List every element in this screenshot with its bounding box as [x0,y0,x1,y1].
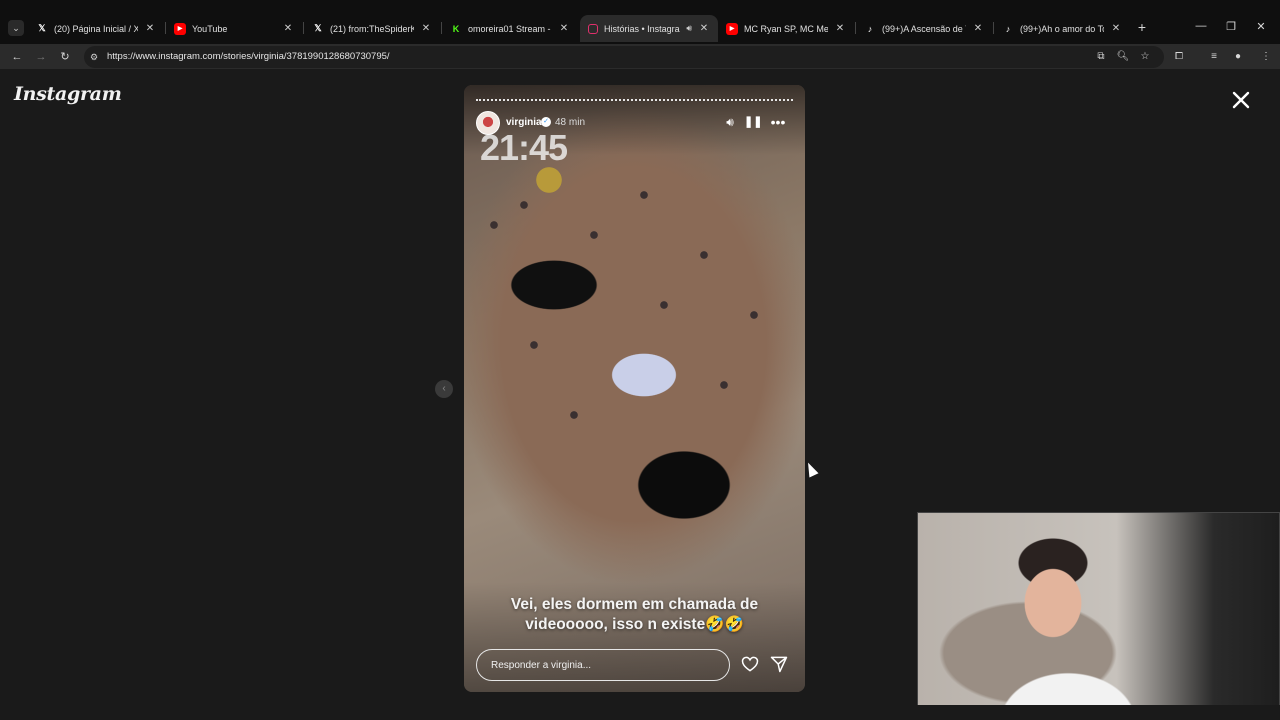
window-close-icon[interactable]: ✕ [1254,20,1268,33]
close-icon[interactable]: ✕ [282,23,294,34]
share-send-icon[interactable] [769,654,789,674]
instagram-icon [588,23,598,34]
heart-icon[interactable] [740,654,760,674]
story-viewer[interactable]: virginia ✓ 48 min 🔊︎ ❚❚ ••• 21:45 Vei, e… [464,85,805,692]
close-icon[interactable]: ✕ [420,23,432,34]
close-icon[interactable]: ✕ [834,23,846,34]
url-text[interactable]: https://www.instagram.com/stories/virgin… [107,51,390,62]
mouse-cursor [803,460,819,478]
tab-title: MC Ryan SP, MC MenoK, [744,23,828,34]
close-icon[interactable]: ✕ [144,23,156,34]
tab-title: (20) Página Inicial / X [54,23,138,34]
menu-kebab-icon[interactable]: ⋮ [1258,49,1274,65]
verified-badge-icon: ✓ [541,117,551,127]
tab-youtube[interactable]: ▶ YouTube ✕ [166,15,302,42]
media-controls-icon[interactable]: ≡ [1206,49,1222,65]
story-caption-line: Vei, eles dormem em chamada de [510,596,759,613]
close-icon[interactable]: ✕ [558,23,570,34]
tab-youtube-music[interactable]: ▶ MC Ryan SP, MC MenoK, ✕ [718,15,854,42]
profile-avatar-icon[interactable]: ● [1230,49,1246,65]
address-bar[interactable]: ⚙ https://www.instagram.com/stories/virg… [84,46,1164,68]
pause-icon[interactable]: ❚❚ [744,113,762,131]
zoom-icon[interactable]: 🔍︎ [1116,50,1130,64]
bookmark-star-icon[interactable]: ☆ [1138,50,1152,64]
youtube-icon: ▶ [174,22,186,35]
tab-tiktok-1[interactable]: ♪ (99+)A Ascensão de Yam ✕ [856,15,992,42]
close-icon[interactable]: ✕ [972,23,984,34]
close-icon[interactable]: ✕ [1110,23,1122,34]
extensions-icon[interactable]: ⧠ [1171,49,1187,65]
story-time-overlay: 21:45 [480,127,568,168]
tab-instagram-stories[interactable]: Histórias • Instagram 🔊︎ ✕ [580,15,718,42]
minimize-icon[interactable]: — [1194,20,1208,32]
back-icon[interactable]: ← [9,49,25,65]
youtube-icon: ▶ [726,22,738,35]
tab-title: YouTube [192,23,228,34]
restore-icon[interactable]: ❐ [1224,20,1238,33]
webcam-overlay [917,512,1280,720]
volume-icon[interactable]: 🔊︎ [721,113,739,131]
previous-story-chevron-icon[interactable]: ‹ [435,380,453,398]
tab-tiktok-2[interactable]: ♪ (99+)Ah o amor do Torce ✕ [994,15,1130,42]
reply-input[interactable] [476,649,730,681]
tab-kick-stream[interactable]: K omoreira01 Stream - Wat ✕ [442,15,578,42]
kick-icon: K [452,23,460,34]
tab-title: Histórias • Instagram [604,23,681,34]
tab-title: (99+)Ah o amor do Torce [1020,23,1104,34]
instagram-logo[interactable]: Instagram [14,83,122,105]
tab-x-search[interactable]: 𝕏 (21) from:TheSpiderKong ✕ [304,15,440,42]
close-icon[interactable]: ✕ [698,23,710,34]
bottom-band [0,705,1280,720]
browser-tab-strip: ⌄ 𝕏 (20) Página Inicial / X ✕ ▶ YouTube … [0,0,1280,44]
tab-title: (99+)A Ascensão de Yam [882,23,966,34]
story-progress-bar [476,99,793,101]
new-tab-button[interactable]: + [1134,20,1150,36]
tiktok-icon: ♪ [1005,23,1011,34]
tab-title: omoreira01 Stream - Wat [468,23,552,34]
story-caption-line: videooooo, isso n existe🤣🤣 [525,616,744,633]
browser-toolbar: ← → ↻ ⚙ https://www.instagram.com/storie… [0,44,1280,70]
reload-icon[interactable]: ↻ [57,49,73,65]
x-logo-icon: 𝕏 [38,23,46,33]
site-info-icon[interactable]: ⚙ [88,51,100,63]
speaker-icon[interactable]: 🔊︎ [686,23,692,34]
more-options-icon[interactable]: ••• [769,113,787,131]
tab-search-button[interactable]: ⌄ [8,20,24,36]
tab-title: (21) from:TheSpiderKong [330,23,414,34]
tiktok-icon: ♪ [867,23,873,34]
close-story-icon[interactable] [1228,87,1254,113]
install-app-icon[interactable]: ⧉ [1094,50,1108,64]
tab-x-home[interactable]: 𝕏 (20) Página Inicial / X ✕ [28,15,164,42]
forward-icon[interactable]: → [33,49,49,65]
story-caption: Vei, eles dormem em chamada de videooooo… [484,595,785,635]
x-logo-icon: 𝕏 [314,23,322,33]
